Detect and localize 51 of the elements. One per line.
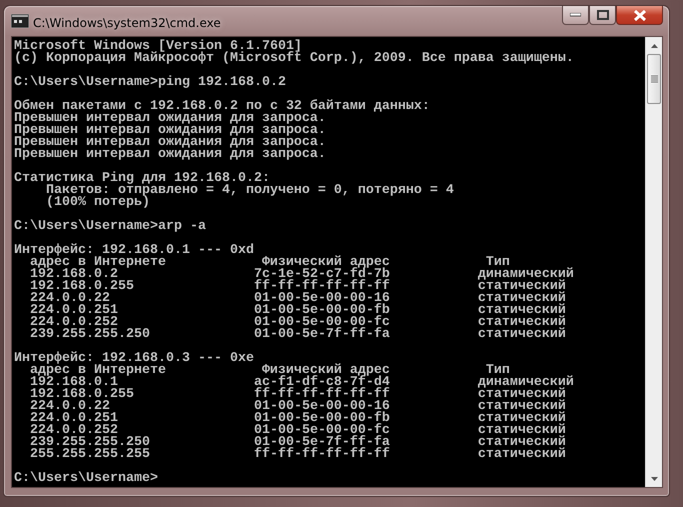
- console-line: Превышен интервал ожидания для запроса.: [14, 149, 326, 161]
- table-cell: ff-ff-ff-ff-ff-ff: [254, 449, 390, 461]
- table-cell: 192.168.0.2: [30, 269, 118, 281]
- column-header: Тип: [486, 365, 510, 377]
- table-cell: 224.0.0.22: [30, 401, 110, 413]
- maximize-icon: [596, 10, 608, 20]
- console-line: Превышен интервал ожидания для запроса.: [14, 125, 326, 137]
- table-cell: статический: [478, 329, 566, 341]
- column-header: Физический адрес: [262, 257, 390, 269]
- minimize-icon: [570, 13, 581, 17]
- table-cell: 224.0.0.252: [30, 425, 118, 437]
- table-cell: 01-00-5e-7f-ff-fa: [254, 329, 390, 341]
- console-line: Статистика Ping для 192.168.0.2:: [14, 173, 270, 185]
- column-header: адрес в Интернете: [30, 257, 166, 269]
- interface-heading: Интерфейс: 192.168.0.1 --- 0xd: [14, 245, 254, 257]
- interface-heading: Интерфейс: 192.168.0.3 --- 0xe: [14, 353, 254, 365]
- column-header: Тип: [486, 257, 510, 269]
- console-icon: [11, 14, 29, 28]
- scrollbar[interactable]: [645, 37, 662, 487]
- close-icon: [632, 10, 646, 20]
- table-cell: 255.255.255.255: [30, 449, 150, 461]
- table-cell: 224.0.0.251: [30, 305, 118, 317]
- console-line: C:\Users\Username>ping 192.168.0.2: [14, 77, 286, 89]
- scroll-up-icon[interactable]: [650, 44, 658, 48]
- console-line: C:\Users\Username>arp -a: [14, 221, 206, 233]
- table-cell: 239.255.255.250: [30, 329, 150, 341]
- table-cell: 192.168.0.255: [30, 281, 134, 293]
- console-line: C:\Users\Username>: [14, 473, 158, 485]
- scroll-down-icon[interactable]: [650, 476, 658, 480]
- window-title: C:\Windows\system32\cmd.exe: [33, 15, 221, 32]
- console-line: (100% потерь): [44, 197, 150, 209]
- minimize-button[interactable]: [562, 6, 589, 25]
- close-button[interactable]: [616, 6, 663, 25]
- console-line: Обмен пакетами с 192.168.0.2 по с 32 байтами данных:: [14, 101, 430, 113]
- column-header: адрес в Интернете: [30, 365, 166, 377]
- table-cell: 224.0.0.251: [30, 413, 118, 425]
- console-line: (c) Корпорация Майкрософт (Microsoft Corp.), 2009. Все права защищены.: [14, 53, 574, 65]
- scroll-thumb[interactable]: [647, 54, 661, 104]
- table-cell: динамический: [478, 269, 574, 281]
- table-cell: динамический: [478, 377, 574, 389]
- table-cell: 192.168.0.255: [30, 389, 134, 401]
- table-cell: 239.255.255.250: [30, 437, 150, 449]
- console-line: Превышен интервал ожидания для запроса.: [14, 137, 326, 149]
- table-cell: 192.168.0.1: [30, 377, 118, 389]
- table-cell: 224.0.0.22: [30, 293, 110, 305]
- table-cell: ff-ff-ff-ff-ff-ff: [254, 281, 390, 293]
- table-cell: 224.0.0.252: [30, 317, 118, 329]
- table-cell: статический: [478, 449, 566, 461]
- table-cell: ff-ff-ff-ff-ff-ff: [254, 389, 390, 401]
- console-line: Превышен интервал ожидания для запроса.: [14, 113, 326, 125]
- maximize-button[interactable]: [589, 6, 616, 25]
